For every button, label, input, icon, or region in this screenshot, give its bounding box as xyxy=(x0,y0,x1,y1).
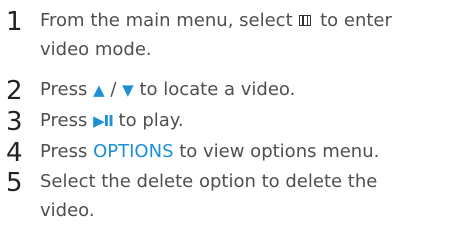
step-text: Press OPTIONS to view options menu. xyxy=(40,137,445,166)
step-number: 4 xyxy=(6,138,23,168)
step-number: 3 xyxy=(6,107,23,137)
step-number: 2 xyxy=(6,76,23,106)
step-text-segment: Press xyxy=(40,79,94,100)
step-number: 5 xyxy=(6,168,23,198)
step-text-segment: to locate a video. xyxy=(133,79,296,100)
step-text-segment: From the main menu, select xyxy=(40,10,299,31)
instruction-steps: 1 From the main menu, select to enter vi… xyxy=(0,0,449,242)
step-text: From the main menu, select to enter xyxy=(40,6,445,35)
step-number: 1 xyxy=(6,7,23,37)
options-key-label: OPTIONS xyxy=(93,141,174,162)
step-text-segment: to view options menu. xyxy=(173,141,380,162)
step-text-segment: to enter xyxy=(314,10,392,31)
step-text-segment: to play. xyxy=(112,110,184,131)
step-text: Press ▲ / ▼ to locate a video. xyxy=(40,75,445,105)
step-text: Select the delete option to delete the xyxy=(40,171,378,192)
step-text-line-2: video. xyxy=(40,200,95,221)
step-text: Press ▶II to play. xyxy=(40,106,445,136)
step-text-segment: Press xyxy=(40,110,94,131)
up-arrow-icon: ▲ xyxy=(93,81,105,99)
video-mode-icon xyxy=(299,15,312,26)
down-arrow-icon: ▼ xyxy=(122,81,134,99)
step-text-segment: Press xyxy=(40,141,94,162)
play-pause-icon: ▶II xyxy=(93,112,114,130)
step-text-line-2: video mode. xyxy=(40,39,152,60)
step-text-segment: / xyxy=(104,79,123,100)
